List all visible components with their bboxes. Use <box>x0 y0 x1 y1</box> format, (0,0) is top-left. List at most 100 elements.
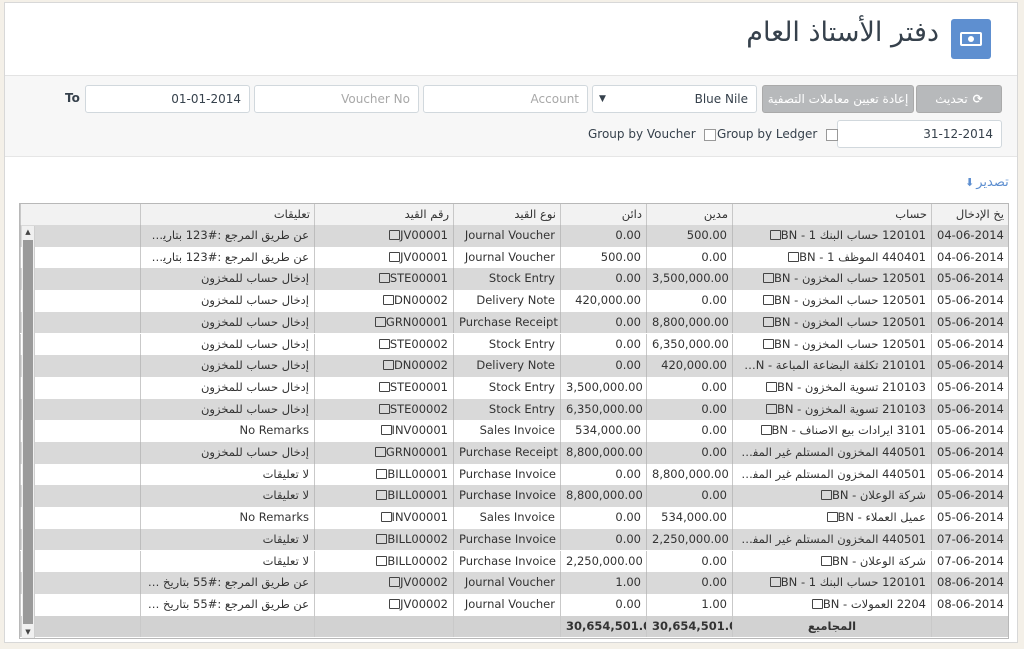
cell-voucher-no[interactable]: INV00001 <box>314 507 453 529</box>
cell-voucher-no[interactable]: GRN00001 <box>314 311 453 334</box>
voucher-no-link[interactable]: GRN00001 <box>386 445 448 459</box>
table-row[interactable]: 05-06-2014 120501 حساب المخزون - BN 8,800,… <box>20 311 1008 334</box>
voucher-no-input[interactable]: Voucher No <box>254 85 419 113</box>
cell-voucher-no[interactable]: STE00002 <box>314 333 453 356</box>
table-row[interactable]: 05-06-2014 عميل العملاء - BN 534,000.00 0.0… <box>20 507 1008 529</box>
cell-voucher-no[interactable]: JV00001 <box>314 225 453 247</box>
table-row[interactable]: 07-06-2014 شركة الوعلان - BN 0.00 2,250,000… <box>20 550 1008 573</box>
table-row[interactable]: 05-06-2014 120501 حساب المخزون - BN 3,500,… <box>20 268 1008 291</box>
cell-account[interactable]: 3101 ايرادات بيع الاصناف - BN <box>732 420 931 442</box>
account-link[interactable]: 120101 حساب البنك 1 - BN <box>781 228 926 242</box>
cell-voucher-no[interactable]: INV00001 <box>314 420 453 442</box>
cell-account[interactable]: 120101 حساب البنك 1 - BN <box>732 572 931 594</box>
voucher-no-link[interactable]: STE00001 <box>390 380 448 394</box>
external-link-icon[interactable] <box>763 273 774 284</box>
table-row[interactable]: 04-06-2014 120101 حساب البنك 1 - BN 500.00… <box>20 225 1008 247</box>
cell-account[interactable]: 210103 تسوية المخزون - BN <box>732 398 931 421</box>
refresh-button[interactable]: ⟳ تحديث <box>916 85 1002 113</box>
cell-voucher-no[interactable]: STE00001 <box>314 376 453 399</box>
cell-voucher-no[interactable]: BILL00001 <box>314 463 453 486</box>
voucher-no-link[interactable]: BILL00001 <box>387 488 448 502</box>
cell-account[interactable]: 210101 تكلفة البضاعة المباعة - BN <box>732 355 931 377</box>
table-row[interactable]: 05-06-2014 شركة الوعلان - BN 0.00 8,800,000… <box>20 485 1008 508</box>
cell-voucher-no[interactable]: JV00002 <box>314 572 453 594</box>
group-by-ledger-option[interactable]: Group by Ledger <box>717 127 839 141</box>
table-row[interactable]: 08-06-2014 120101 حساب البنك 1 - BN 0.00 1.… <box>20 572 1008 594</box>
voucher-no-link[interactable]: STE00001 <box>390 271 448 285</box>
cell-account[interactable]: 210103 تسوية المخزون - BN <box>732 376 931 399</box>
external-link-icon[interactable] <box>380 425 392 436</box>
account-link[interactable]: 120501 حساب المخزون - BN <box>774 337 926 351</box>
cell-account[interactable]: 120501 حساب المخزون - BN <box>732 333 931 356</box>
voucher-no-link[interactable]: BILL00002 <box>387 554 448 568</box>
table-row[interactable]: 05-06-2014 440501 المخزون المستلم غير الم… <box>20 442 1008 464</box>
external-link-icon[interactable] <box>763 295 774 306</box>
external-link-icon[interactable] <box>378 273 390 284</box>
cell-voucher-no[interactable]: JV00001 <box>314 246 453 269</box>
voucher-no-link[interactable]: JV00002 <box>400 597 448 611</box>
header-remarks[interactable]: تعليقات <box>140 204 314 225</box>
cell-voucher-no[interactable]: GRN00001 <box>314 442 453 464</box>
voucher-no-link[interactable]: JV00001 <box>400 228 448 242</box>
cell-account[interactable]: 440501 المخزون المستلم غير المفوتر - ... <box>732 463 931 486</box>
account-link[interactable]: 210103 تسوية المخزون - BN <box>777 402 926 416</box>
cell-account[interactable]: 120101 حساب البنك 1 - BN <box>732 225 931 247</box>
cell-account[interactable]: 120501 حساب المخزون - BN <box>732 290 931 312</box>
external-link-icon[interactable] <box>389 577 401 588</box>
voucher-no-link[interactable]: GRN00001 <box>386 315 448 329</box>
external-link-icon[interactable] <box>788 251 800 262</box>
table-row[interactable]: 05-06-2014 120501 حساب المخزون - BN 0.00 42… <box>20 290 1008 312</box>
external-link-icon[interactable] <box>378 403 390 414</box>
scroll-thumb[interactable] <box>23 240 33 624</box>
to-date-input[interactable]: 31-12-2014 <box>837 120 1002 148</box>
table-row[interactable]: 05-06-2014 440501 المخزون المستلم غير الم… <box>20 463 1008 486</box>
scroll-down-icon[interactable]: ▼ <box>22 626 34 638</box>
external-link-icon[interactable] <box>765 403 777 414</box>
cell-voucher-no[interactable]: DN00002 <box>314 355 453 377</box>
table-row[interactable]: 05-06-2014 210103 تسوية المخزون - BN 0.00 3… <box>20 376 1008 399</box>
cell-account[interactable]: 120501 حساب المخزون - BN <box>732 311 931 334</box>
voucher-no-link[interactable]: DN00002 <box>394 293 448 307</box>
external-link-icon[interactable] <box>376 555 388 566</box>
account-link[interactable]: 440501 المخزون المستلم غير المفوتر - ... <box>733 445 926 459</box>
header-date[interactable]: يخ الإدخال <box>931 204 1008 225</box>
external-link-icon[interactable] <box>769 230 781 240</box>
account-link[interactable]: 120501 حساب المخزون - BN <box>774 271 926 285</box>
grid-scrollbar[interactable]: ▲ ▼ <box>22 226 35 638</box>
voucher-no-link[interactable]: DN00002 <box>394 358 448 372</box>
account-input[interactable]: Account <box>423 85 588 113</box>
account-link[interactable]: 210101 تكلفة البضاعة المباعة - BN <box>744 358 926 372</box>
account-link[interactable]: 440501 المخزون المستلم غير المفوتر - ... <box>733 467 926 481</box>
account-link[interactable]: 2204 العمولات - BN <box>823 597 926 611</box>
cell-voucher-no[interactable]: BILL00001 <box>314 485 453 508</box>
external-link-icon[interactable] <box>820 490 832 501</box>
external-link-icon[interactable] <box>376 533 388 544</box>
external-link-icon[interactable] <box>380 512 392 523</box>
group-by-voucher-checkbox[interactable] <box>704 128 717 141</box>
external-link-icon[interactable] <box>769 577 781 588</box>
voucher-no-link[interactable]: INV00001 <box>392 423 448 437</box>
account-link[interactable]: 120501 حساب المخزون - BN <box>774 293 926 307</box>
account-link[interactable]: 440401 الموظف 1 - BN <box>799 250 926 264</box>
cell-voucher-no[interactable]: JV00002 <box>314 593 453 616</box>
external-link-icon[interactable] <box>376 490 388 501</box>
table-row[interactable]: 04-06-2014 440401 الموظف 1 - BN 0.00 500.00… <box>20 246 1008 269</box>
table-row[interactable]: 07-06-2014 440501 المخزون المستلم غير الم… <box>20 528 1008 551</box>
voucher-no-link[interactable]: STE00002 <box>390 402 448 416</box>
table-row[interactable]: 08-06-2014 2204 العمولات - BN 1.00 0.00 Jour… <box>20 593 1008 616</box>
group-by-ledger-checkbox[interactable] <box>826 128 839 141</box>
header-voucher-type[interactable]: نوع القيد <box>453 204 560 225</box>
header-account[interactable]: حساب <box>732 204 931 225</box>
table-row[interactable]: 05-06-2014 3101 ايرادات بيع الاصناف - BN 0… <box>20 420 1008 442</box>
header-voucher-no[interactable]: رقم القيد <box>314 204 453 225</box>
account-link[interactable]: شركة الوعلان - BN <box>832 554 926 568</box>
group-by-voucher-option[interactable]: Group by Voucher <box>588 127 717 141</box>
cell-account[interactable]: 2204 العمولات - BN <box>732 593 931 616</box>
voucher-no-link[interactable]: JV00001 <box>400 250 448 264</box>
cell-account[interactable]: 440501 المخزون المستلم غير المفوتر - ... <box>732 442 931 464</box>
external-link-icon[interactable] <box>378 338 390 349</box>
company-select[interactable]: ▼ Blue Nile <box>592 85 757 113</box>
cell-voucher-no[interactable]: BILL00002 <box>314 550 453 573</box>
voucher-no-link[interactable]: BILL00002 <box>387 532 448 546</box>
cell-voucher-no[interactable]: STE00002 <box>314 398 453 421</box>
